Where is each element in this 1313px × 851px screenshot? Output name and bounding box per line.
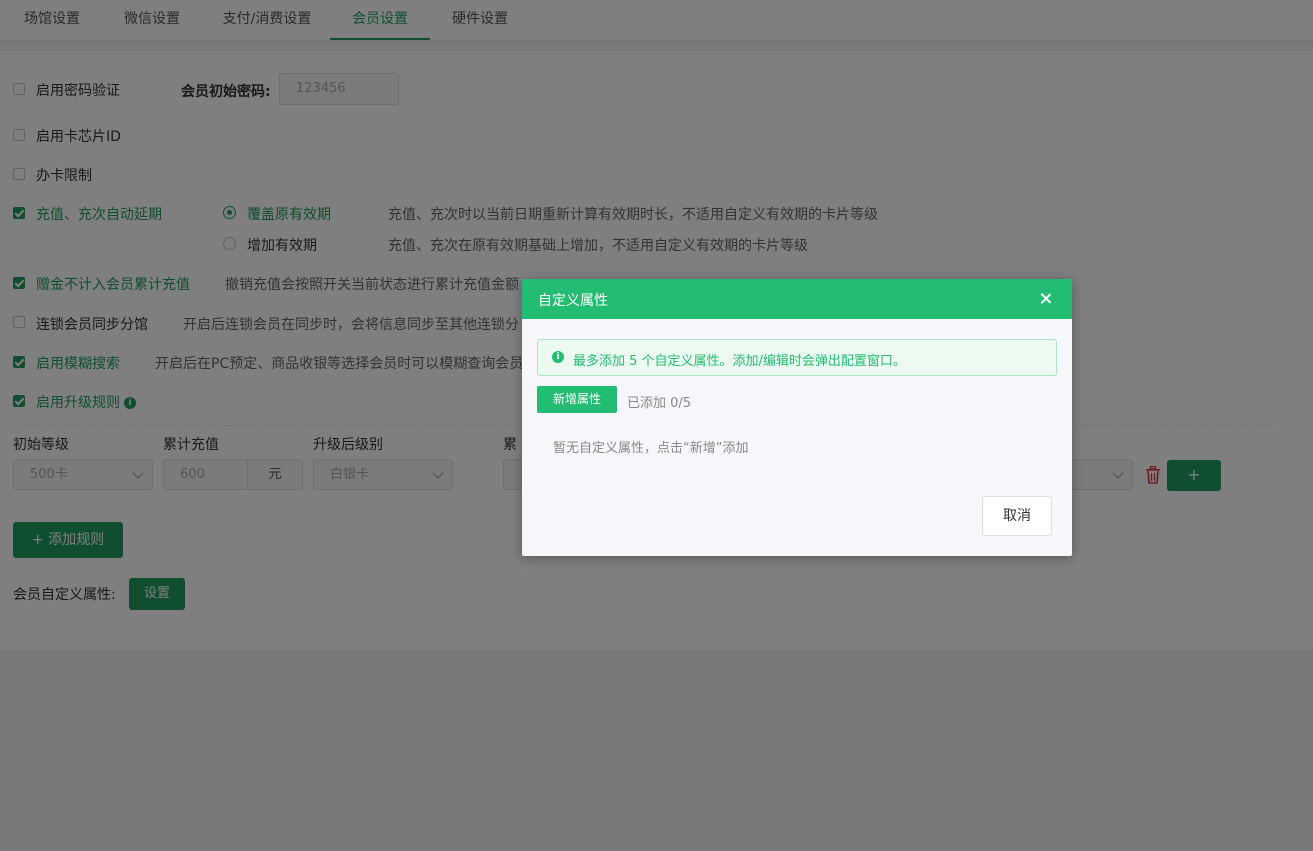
dialog-header: 自定义属性: [522, 279, 1072, 319]
info-icon: i: [552, 351, 564, 363]
empty-state-text: 暂无自定义属性，点击“新增”添加: [553, 441, 749, 456]
notice-alert: i 最多添加 5 个自定义属性。添加/编辑时会弹出配置窗口。: [537, 339, 1057, 376]
cancel-button[interactable]: 取消: [982, 496, 1052, 536]
notice-text: 最多添加 5 个自定义属性。添加/编辑时会弹出配置窗口。: [573, 354, 906, 369]
add-attribute-button[interactable]: 新增属性: [537, 386, 617, 413]
dialog-title: 自定义属性: [538, 293, 608, 309]
custom-attribute-dialog: 自定义属性 i 最多添加 5 个自定义属性。添加/编辑时会弹出配置窗口。 新增属…: [522, 279, 1072, 556]
close-icon[interactable]: [1036, 289, 1056, 309]
attribute-count: 已添加 0/5: [627, 396, 692, 411]
